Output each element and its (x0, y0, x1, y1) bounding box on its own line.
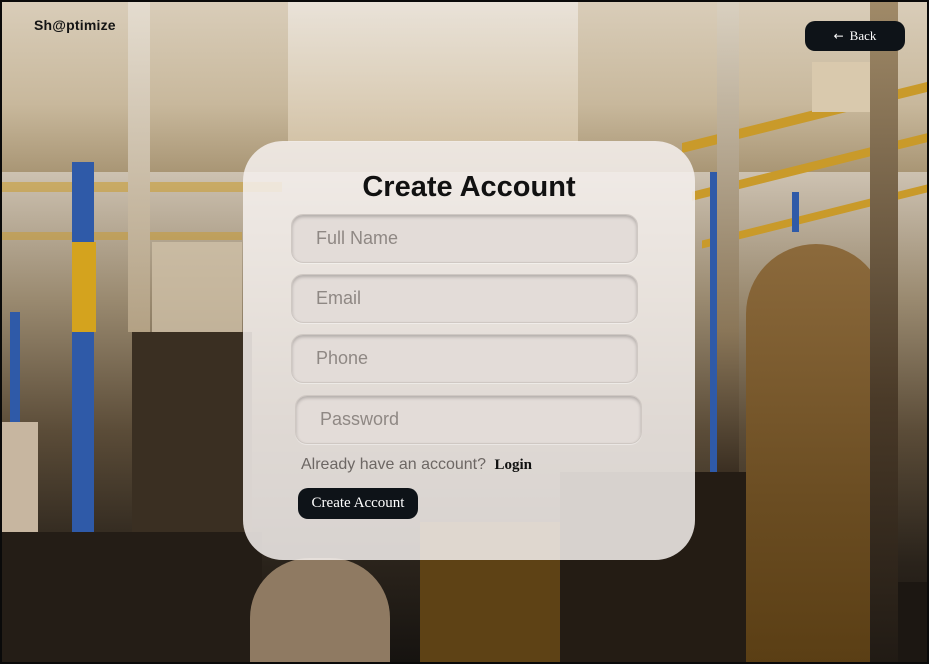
email-input[interactable] (316, 275, 637, 322)
phone-input[interactable] (316, 335, 637, 382)
background-shelf-column (72, 162, 94, 532)
page-title: Create Account (362, 171, 576, 203)
full-name-field[interactable] (291, 214, 638, 263)
background-box (812, 62, 872, 112)
background-band (717, 2, 739, 472)
background-arch (746, 244, 886, 662)
login-link[interactable]: Login (494, 457, 532, 473)
create-account-card: Create Account Already have an account? … (243, 141, 695, 560)
login-prompt-text: Already have an account? (301, 456, 487, 473)
background-beam (2, 232, 242, 240)
phone-field[interactable] (291, 334, 638, 383)
background-band (288, 2, 578, 142)
back-button-label: Back (849, 28, 877, 43)
brand-logo[interactable]: Sh@ptimize (34, 17, 116, 33)
background-band (870, 2, 898, 662)
background-band (2, 532, 262, 662)
background-band (128, 2, 150, 332)
background-shelf-column (10, 312, 20, 422)
background-box (152, 242, 242, 332)
full-name-input[interactable] (316, 215, 637, 262)
background-shelf-column (792, 192, 799, 232)
background-arch (250, 558, 390, 662)
background-box (2, 422, 38, 532)
login-prompt-row: Already have an account? Login (301, 456, 532, 474)
arrow-left-icon: ← (833, 29, 844, 43)
background-shelf-column (72, 242, 96, 332)
create-account-button[interactable]: Create Account (298, 488, 418, 519)
back-button[interactable]: ← Back (805, 21, 905, 51)
password-input[interactable] (320, 396, 641, 443)
password-field[interactable] (295, 395, 642, 444)
email-field[interactable] (291, 274, 638, 323)
page-background: Sh@ptimize ← Back Create Account Already… (0, 0, 929, 664)
